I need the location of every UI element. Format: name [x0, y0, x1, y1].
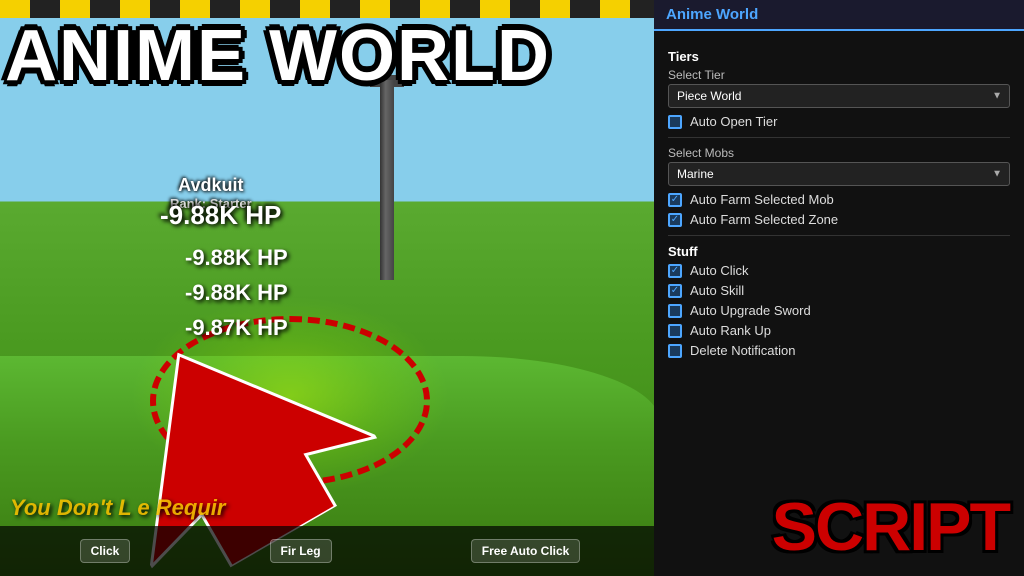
auto-farm-zone-checkbox[interactable] [668, 213, 682, 227]
damage-main: -9.88K HP [160, 200, 281, 231]
tier-select[interactable]: Piece World [668, 84, 1010, 108]
damage-list: -9.88K HP -9.88K HP -9.87K HP [185, 240, 288, 346]
divider-1 [668, 137, 1010, 138]
tier-dropdown-wrapper[interactable]: Piece World [668, 84, 1010, 108]
auto-farm-zone-row[interactable]: Auto Farm Selected Zone [668, 212, 1010, 227]
auto-open-tier-label: Auto Open Tier [690, 114, 777, 129]
auto-upgrade-sword-row[interactable]: Auto Upgrade Sword [668, 303, 1010, 318]
mob-select[interactable]: Marine [668, 162, 1010, 186]
delete-notification-row[interactable]: Delete Notification [668, 343, 1010, 358]
game-title: ANIME WORLD [5, 20, 551, 92]
auto-click-row[interactable]: Auto Click [668, 263, 1010, 278]
bottom-bar: Click Fir Leg Free Auto Click [0, 526, 660, 576]
free-auto-click-button[interactable]: Free Auto Click [471, 539, 581, 563]
auto-upgrade-sword-label: Auto Upgrade Sword [690, 303, 811, 318]
auto-skill-checkbox[interactable] [668, 284, 682, 298]
auto-farm-mob-checkbox[interactable] [668, 193, 682, 207]
auto-rank-up-checkbox[interactable] [668, 324, 682, 338]
auto-farm-zone-label: Auto Farm Selected Zone [690, 212, 838, 227]
script-panel: Anime World Tiers Select Tier Piece Worl… [654, 0, 1024, 576]
select-tier-label: Select Tier [668, 68, 1010, 82]
damage-1: -9.88K HP [185, 240, 288, 275]
panel-title: Anime World [654, 0, 1024, 31]
click-button[interactable]: Click [80, 539, 131, 563]
auto-farm-mob-row[interactable]: Auto Farm Selected Mob [668, 192, 1010, 207]
fir-leg-button[interactable]: Fir Leg [270, 539, 332, 563]
auto-skill-row[interactable]: Auto Skill [668, 283, 1010, 298]
auto-rank-up-row[interactable]: Auto Rank Up [668, 323, 1010, 338]
auto-click-checkbox[interactable] [668, 264, 682, 278]
auto-upgrade-sword-checkbox[interactable] [668, 304, 682, 318]
lamp-post [380, 80, 394, 280]
bottom-text: You Don't L e Requir [10, 495, 225, 521]
auto-farm-mob-label: Auto Farm Selected Mob [690, 192, 834, 207]
select-mobs-label: Select Mobs [668, 146, 1010, 160]
auto-click-label: Auto Click [690, 263, 749, 278]
damage-3: -9.87K HP [185, 310, 288, 345]
auto-open-tier-row[interactable]: Auto Open Tier [668, 114, 1010, 129]
auto-open-tier-checkbox[interactable] [668, 115, 682, 129]
damage-2: -9.88K HP [185, 275, 288, 310]
delete-notification-checkbox[interactable] [668, 344, 682, 358]
divider-2 [668, 235, 1010, 236]
player-name: Avdkuit [170, 175, 252, 196]
tiers-section-label: Tiers [668, 49, 1010, 64]
game-area: ANIME WORLD Avdkuit Rank: Starter -9.88K… [0, 0, 660, 576]
stuff-section-label: Stuff [668, 244, 1010, 259]
auto-skill-label: Auto Skill [690, 283, 744, 298]
mob-dropdown-wrapper[interactable]: Marine [668, 162, 1010, 186]
script-label: SCRIPT [772, 488, 1009, 566]
delete-notification-label: Delete Notification [690, 343, 796, 358]
auto-rank-up-label: Auto Rank Up [690, 323, 771, 338]
